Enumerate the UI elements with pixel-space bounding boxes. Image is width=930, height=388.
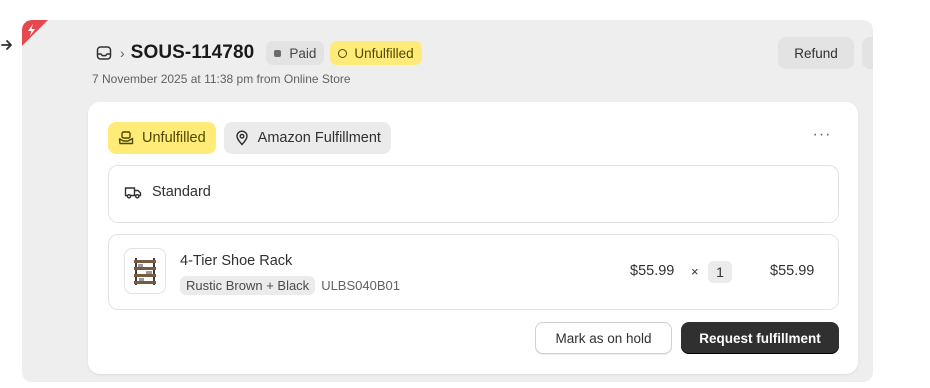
item-variant: Rustic Brown + Black ULBS040B01	[180, 276, 400, 295]
variant-badge: Rustic Brown + Black	[180, 276, 316, 295]
payment-status-label: Paid	[289, 45, 317, 61]
alert-flash-icon	[22, 20, 48, 46]
fulfillment-status-label: Unfulfilled	[354, 45, 414, 61]
unfulfilled-ring-icon	[338, 48, 348, 58]
request-fulfillment-button[interactable]: Request fulfillment	[681, 322, 839, 354]
inbox-icon[interactable]	[96, 45, 112, 61]
card-menu-button[interactable]: ···	[808, 127, 836, 148]
shipping-method-label: Standard	[152, 184, 211, 200]
fulfillment-status-row: Unfulfilled Amazon Fulfillment	[108, 122, 399, 154]
order-header: › SOUS-114780 Paid Unfulfilled	[96, 40, 428, 66]
unfulfilled-tag-label: Unfulfilled	[142, 130, 206, 146]
order-page: › SOUS-114780 Paid Unfulfilled 7 Novembe…	[0, 0, 930, 388]
truck-icon	[124, 184, 142, 200]
quantity-badge: 1	[708, 261, 732, 283]
arrow-right-icon[interactable]	[0, 38, 14, 52]
item-name-link[interactable]: 4-Tier Shoe Rack	[180, 253, 292, 269]
fulfillment-status-badge: Unfulfilled	[330, 41, 422, 65]
hand-box-icon	[118, 130, 134, 146]
order-date: 7 November 2025 at 11:38 pm from Online …	[92, 72, 351, 86]
chevron-right-icon: ›	[120, 45, 125, 61]
item-sku: ULBS040B01	[321, 278, 400, 293]
location-pin-icon	[234, 130, 250, 146]
shoe-rack-image[interactable]	[124, 248, 166, 294]
unfulfilled-tag: Unfulfilled	[108, 122, 216, 154]
mark-on-hold-button[interactable]: Mark as on hold	[535, 322, 672, 354]
paid-dot-icon	[274, 49, 282, 57]
line-total: $55.99	[770, 263, 815, 279]
shipping-method: Standard	[124, 184, 211, 200]
page-title: SOUS-114780	[130, 42, 255, 63]
location-tag: Amazon Fulfillment	[223, 122, 391, 154]
multiply-sign: ×	[691, 264, 699, 279]
payment-status-badge: Paid	[266, 41, 325, 65]
more-actions-button[interactable]	[862, 37, 873, 69]
refund-button[interactable]: Refund	[778, 37, 854, 69]
location-tag-label: Amazon Fulfillment	[257, 130, 381, 146]
unit-price: $55.99	[630, 263, 675, 279]
shipping-method-box	[108, 165, 839, 223]
